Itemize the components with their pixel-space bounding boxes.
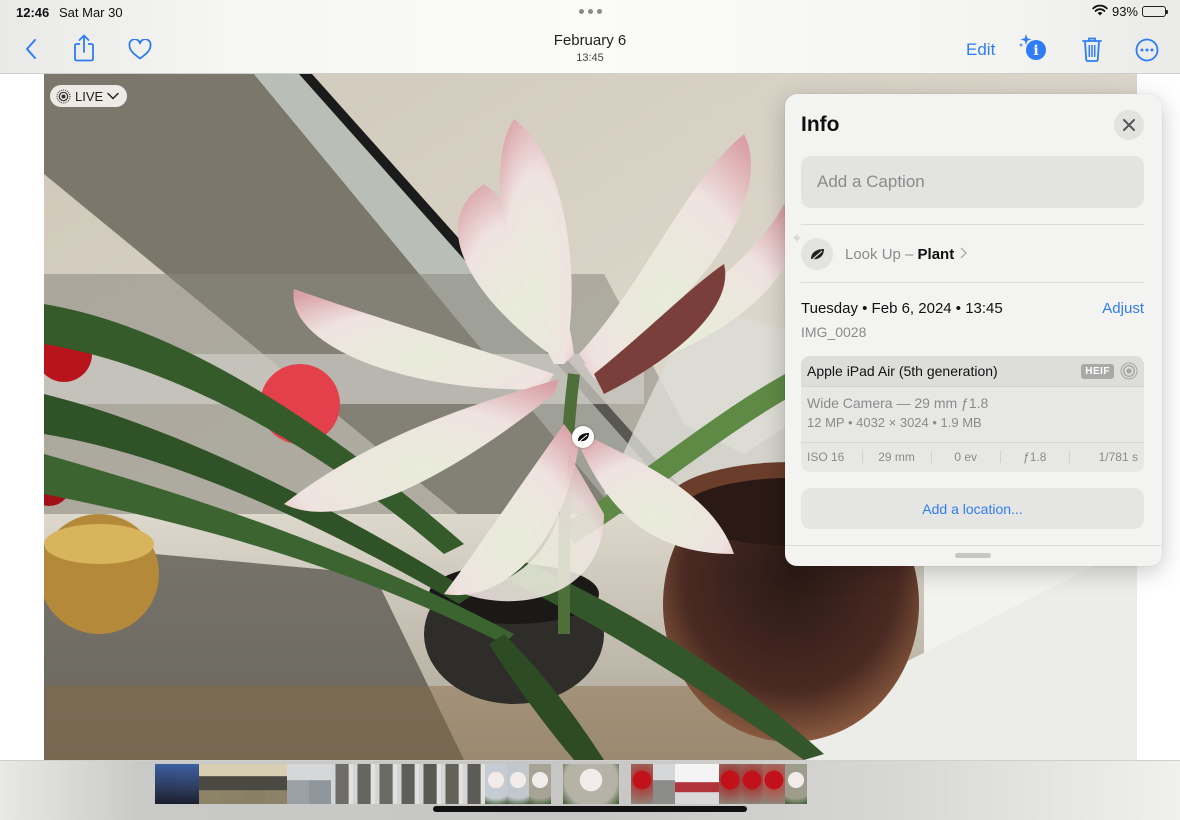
- close-button[interactable]: [1114, 110, 1144, 140]
- filmstrip-thumbnail[interactable]: [397, 764, 419, 804]
- edit-button[interactable]: Edit: [966, 40, 995, 60]
- look-up-prefix: Look Up –: [845, 245, 918, 263]
- filmstrip-thumbnail[interactable]: [419, 764, 441, 804]
- filmstrip-thumbnail[interactable]: [177, 764, 199, 804]
- camera-header: Apple iPad Air (5th generation) HEIF: [801, 356, 1144, 387]
- filmstrip-thumbnail[interactable]: [675, 764, 697, 804]
- exif-exposure-bias: 0 ev: [930, 451, 1000, 463]
- caption-input[interactable]: [801, 156, 1144, 208]
- visual-lookup-info-button[interactable]: i: [1018, 33, 1050, 63]
- close-icon: [1123, 119, 1135, 131]
- filmstrip-thumbnail[interactable]: [463, 764, 485, 804]
- more-button[interactable]: [1134, 37, 1160, 63]
- live-photo-icon: [56, 89, 71, 103]
- camera-model: Apple iPad Air (5th generation): [807, 363, 998, 379]
- filmstrip-thumbnail[interactable]: [507, 764, 529, 804]
- battery-icon: [1142, 6, 1168, 17]
- filmstrip-thumbnail[interactable]: [741, 764, 763, 804]
- exif-shutter-speed: 1/781 s: [1068, 451, 1144, 463]
- chevron-down-icon: [107, 92, 119, 100]
- leaf-icon: [577, 432, 589, 442]
- exif-row: ISO 16 29 mm 0 ev ƒ1.8 1/781 s: [801, 443, 1144, 471]
- sparkle-icon: ✦: [791, 230, 803, 246]
- camera-details-card: Apple iPad Air (5th generation) HEIF Wid…: [801, 356, 1144, 472]
- file-name: IMG_0028: [801, 324, 867, 340]
- chevron-right-icon: [960, 246, 968, 262]
- filmstrip-thumbnail[interactable]: [353, 764, 375, 804]
- divider: [785, 545, 1162, 546]
- look-up-icon-badge: ✦: [791, 230, 833, 270]
- capture-date: Tuesday • Feb 6, 2024 • 13:45: [801, 300, 1003, 317]
- filmstrip-thumbnail[interactable]: [309, 764, 331, 804]
- svg-text:i: i: [1033, 43, 1038, 59]
- info-panel-title: Info: [801, 113, 840, 136]
- share-icon: [74, 34, 94, 62]
- trash-icon: [1082, 37, 1102, 62]
- filmstrip[interactable]: [155, 764, 807, 804]
- exif-iso: ISO 16: [807, 450, 845, 464]
- divider: [801, 224, 1144, 225]
- heart-icon: [128, 38, 152, 59]
- filmstrip-thumbnail[interactable]: [719, 764, 741, 804]
- filmstrip-thumbnail[interactable]: [243, 764, 265, 804]
- divider: [801, 282, 1144, 283]
- filmstrip-thumbnail[interactable]: [785, 764, 807, 804]
- nav-subtitle: 13:45: [576, 52, 604, 64]
- filmstrip-thumbnail[interactable]: [653, 764, 675, 804]
- multitasking-handle[interactable]: [579, 9, 602, 14]
- nav-title: February 6: [553, 32, 627, 49]
- exif-aperture: ƒ1.8: [999, 451, 1069, 463]
- live-label: LIVE: [75, 88, 104, 104]
- add-location-button[interactable]: Add a location...: [801, 488, 1144, 529]
- format-badge: HEIF: [1081, 363, 1114, 379]
- visual-lookup-badge[interactable]: [572, 426, 594, 448]
- look-up-plant-button[interactable]: ✦ Look Up – Plant: [791, 230, 1144, 271]
- favorite-button[interactable]: [127, 38, 153, 60]
- status-date: Sat Mar 30: [59, 5, 123, 20]
- filmstrip-thumbnail[interactable]: [331, 764, 353, 804]
- filmstrip-thumbnail[interactable]: [265, 764, 287, 804]
- status-time: 12:46: [16, 5, 50, 20]
- filmstrip-thumbnail[interactable]: [199, 764, 221, 804]
- filmstrip-thumbnail[interactable]: [221, 764, 243, 804]
- info-sparkle-icon: i: [1019, 34, 1046, 60]
- exif-focal-length: 29 mm: [861, 451, 931, 463]
- status-right: 93%: [1092, 4, 1168, 19]
- lens-description: Wide Camera — 29 mm ƒ1.8: [807, 395, 989, 411]
- image-specs: 12 MP • 4032 × 3024 • 1.9 MB: [807, 415, 982, 430]
- adjust-date-button[interactable]: Adjust: [1102, 300, 1144, 317]
- wifi-icon: [1092, 4, 1108, 19]
- filmstrip-thumbnail[interactable]: [375, 764, 397, 804]
- filmstrip-thumbnail[interactable]: [631, 764, 653, 804]
- filmstrip-thumbnail[interactable]: [763, 764, 785, 804]
- panel-grabber[interactable]: [955, 553, 991, 558]
- top-bar: 12:46 Sat Mar 30 93% February 6 13:45 Ed…: [0, 0, 1180, 74]
- filmstrip-thumbnail[interactable]: [441, 764, 463, 804]
- info-panel: Info ✦ Look Up – Plant Tuesday • Feb 6, …: [785, 94, 1162, 566]
- ellipsis-circle-icon: [1135, 38, 1159, 62]
- look-up-label: Look Up – Plant: [845, 246, 954, 263]
- filmstrip-thumbnail-selected[interactable]: [563, 764, 619, 804]
- filmstrip-thumbnail[interactable]: [529, 764, 551, 804]
- filmstrip-thumbnail[interactable]: [287, 764, 309, 804]
- filmstrip-thumbnail[interactable]: [485, 764, 507, 804]
- leaf-icon: [810, 248, 824, 260]
- home-indicator[interactable]: [433, 806, 747, 812]
- share-button[interactable]: [72, 34, 96, 62]
- filmstrip-thumbnail[interactable]: [697, 764, 719, 804]
- live-photo-icon: [1120, 362, 1138, 380]
- back-button[interactable]: [22, 37, 40, 61]
- live-photo-button[interactable]: LIVE: [50, 85, 128, 107]
- filmstrip-thumbnail[interactable]: [155, 764, 177, 804]
- camera-lens-info: Wide Camera — 29 mm ƒ1.8 12 MP • 4032 × …: [801, 387, 1144, 443]
- look-up-subject: Plant: [917, 245, 955, 263]
- chevron-left-icon: [26, 39, 36, 59]
- delete-button[interactable]: [1081, 35, 1103, 62]
- battery-percent: 93%: [1111, 4, 1138, 19]
